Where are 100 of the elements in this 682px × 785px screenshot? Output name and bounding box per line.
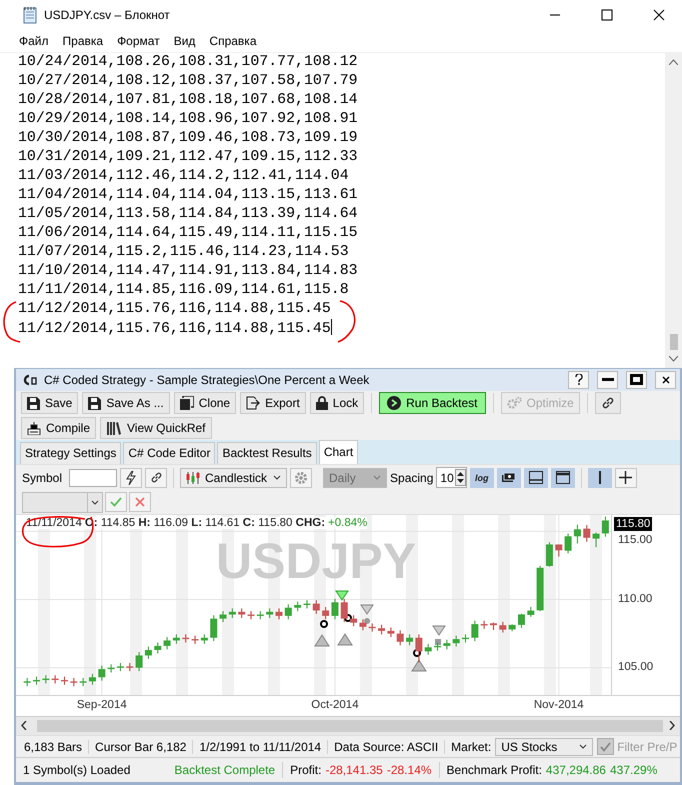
- panel-bottom-icon: [528, 471, 543, 484]
- tab[interactable]: Strategy Settings: [20, 442, 122, 464]
- text-line: 11/10/2014,114.47,114.91,113.84,114.83: [18, 262, 358, 281]
- close-icon[interactable]: [653, 9, 665, 21]
- scroll-thumb[interactable]: [37, 720, 663, 732]
- toolbar-button[interactable]: Clone: [174, 392, 236, 414]
- lock-icon: [316, 396, 328, 410]
- spinner-arrows-icon: [454, 469, 466, 486]
- checkmark-icon: [600, 742, 612, 752]
- play-icon: [387, 396, 402, 410]
- combo-field[interactable]: [22, 492, 103, 513]
- link-button[interactable]: [145, 468, 168, 488]
- window-title: USDJPY.csv – Блокнот: [44, 8, 170, 22]
- compile-icon: [27, 422, 41, 435]
- scroll-left-icon[interactable]: [21, 721, 27, 730]
- info-text: Data Source: ASCII: [328, 740, 446, 754]
- maximize-icon: [630, 374, 643, 386]
- minimize-button[interactable]: [597, 370, 618, 389]
- close-icon: [135, 497, 145, 508]
- info-text: Cursor Bar 6,182: [89, 740, 194, 754]
- symbol-field[interactable]: [69, 468, 118, 487]
- caret-icon: [579, 744, 588, 750]
- up-triangle-marker: [314, 634, 330, 647]
- toolbar-button[interactable]: View QuickRef: [100, 417, 212, 440]
- app-icon: [22, 374, 38, 386]
- export-icon: [246, 396, 260, 410]
- scroll-right-icon[interactable]: [669, 721, 675, 730]
- change-value: +0.84%: [328, 517, 368, 530]
- lightning-button[interactable]: [120, 468, 142, 488]
- circle-marker: [320, 620, 328, 628]
- market-dropdown[interactable]: US Stocks: [495, 738, 594, 756]
- field-label: Benchmark Profit:: [446, 763, 542, 778]
- text-line: 11/07/2014,115.2,115.46,114.23,114.53: [18, 243, 349, 262]
- candlestick-icon: [186, 470, 200, 485]
- toolbar-button[interactable]: Run Backtest: [379, 392, 486, 414]
- link-icon: [150, 471, 163, 484]
- books-icon: [106, 421, 122, 436]
- maximize-icon[interactable]: [601, 9, 613, 21]
- checkmark-icon: [110, 497, 122, 508]
- help-icon: [574, 374, 582, 386]
- status-text: Backtest Complete: [174, 763, 276, 778]
- toolbar-button[interactable]: Save As ...: [82, 392, 170, 414]
- bar-date: 11/11/2014: [26, 517, 82, 530]
- vertical-line-icon: [598, 471, 601, 484]
- link-icon: [600, 396, 615, 410]
- field-label: Symbol: [22, 470, 62, 485]
- minimize-icon: [602, 378, 614, 382]
- menu-item[interactable]: Справка: [202, 34, 264, 48]
- menu-item[interactable]: Формат: [110, 34, 167, 48]
- down-triangle-marker: [432, 626, 446, 636]
- field-label: Market:: [451, 740, 492, 754]
- scroll-down-icon[interactable]: [669, 356, 678, 362]
- chart-type-dropdown[interactable]: Candlestick: [180, 468, 288, 488]
- settings-button[interactable]: [290, 468, 312, 488]
- help-button[interactable]: [568, 370, 589, 389]
- text-line: 10/27/2014,108.12,108.37,107.58,107.79: [18, 72, 358, 91]
- toolbar-button[interactable]: Lock: [310, 392, 364, 414]
- axis-label: 115.00: [618, 534, 652, 546]
- text-cursor: [330, 319, 332, 335]
- spacing-spinner[interactable]: 10: [436, 467, 467, 488]
- menu-item[interactable]: Правка: [56, 34, 110, 48]
- down-triangle-marker: [335, 590, 349, 601]
- panel-button[interactable]: [524, 468, 548, 488]
- plus-icon: [619, 471, 632, 484]
- info-text: 1/2/1991 to 11/11/2014: [193, 740, 328, 754]
- up-triangle-marker: [337, 633, 353, 646]
- axis-label: Nov-2014: [534, 699, 584, 712]
- marker-button[interactable]: [496, 468, 521, 488]
- benchmark-value: 437,294.86: [546, 763, 606, 778]
- scroll-thumb[interactable]: [670, 334, 678, 350]
- log-scale-button[interactable]: log: [470, 468, 494, 488]
- maximize-button[interactable]: [626, 370, 647, 389]
- price-tag: 115.80: [614, 517, 652, 532]
- text-line: 11/11/2014,114.85,116.09,114.61,115.8: [18, 281, 349, 300]
- info-text: 6,183 Bars: [16, 740, 90, 754]
- text-line: 11/06/2014,114.64,115.49,114.11,115.15: [18, 224, 358, 243]
- tab[interactable]: C# Code Editor: [123, 442, 216, 464]
- profit-percent: -28.14%: [386, 763, 432, 778]
- link-button[interactable]: [594, 392, 621, 414]
- text-line: 11/05/2014,113.58,114.84,113.39,114.64: [18, 205, 358, 224]
- dot-marker: [364, 618, 370, 624]
- cursor-line-button[interactable]: [588, 468, 612, 488]
- close-button[interactable]: [655, 370, 676, 389]
- menu-item[interactable]: Вид: [166, 34, 202, 48]
- tab[interactable]: Backtest Results: [217, 442, 317, 464]
- crosshair-button[interactable]: [614, 468, 637, 488]
- scroll-up-icon[interactable]: [669, 59, 678, 65]
- text-line: 11/12/2014,115.76,116,114.88,115.45: [18, 300, 331, 319]
- menu-item[interactable]: Файл: [12, 34, 56, 48]
- text-line: 10/30/2014,108.87,109.46,108.73,109.19: [18, 129, 358, 148]
- caret-icon: [273, 475, 282, 480]
- toolbar-button[interactable]: Compile: [21, 417, 96, 440]
- toolbar-button[interactable]: Export: [240, 392, 306, 414]
- horizontal-scrollbar[interactable]: [16, 716, 680, 735]
- scrollbar[interactable]: [665, 53, 682, 368]
- field-label: Spacing: [390, 470, 434, 485]
- text-line: 11/12/2014,115.76,116,114.88,115.45: [18, 319, 332, 339]
- tab[interactable]: Chart: [318, 440, 358, 464]
- toolbar-button[interactable]: Save: [21, 392, 78, 414]
- panel-button[interactable]: [550, 468, 575, 488]
